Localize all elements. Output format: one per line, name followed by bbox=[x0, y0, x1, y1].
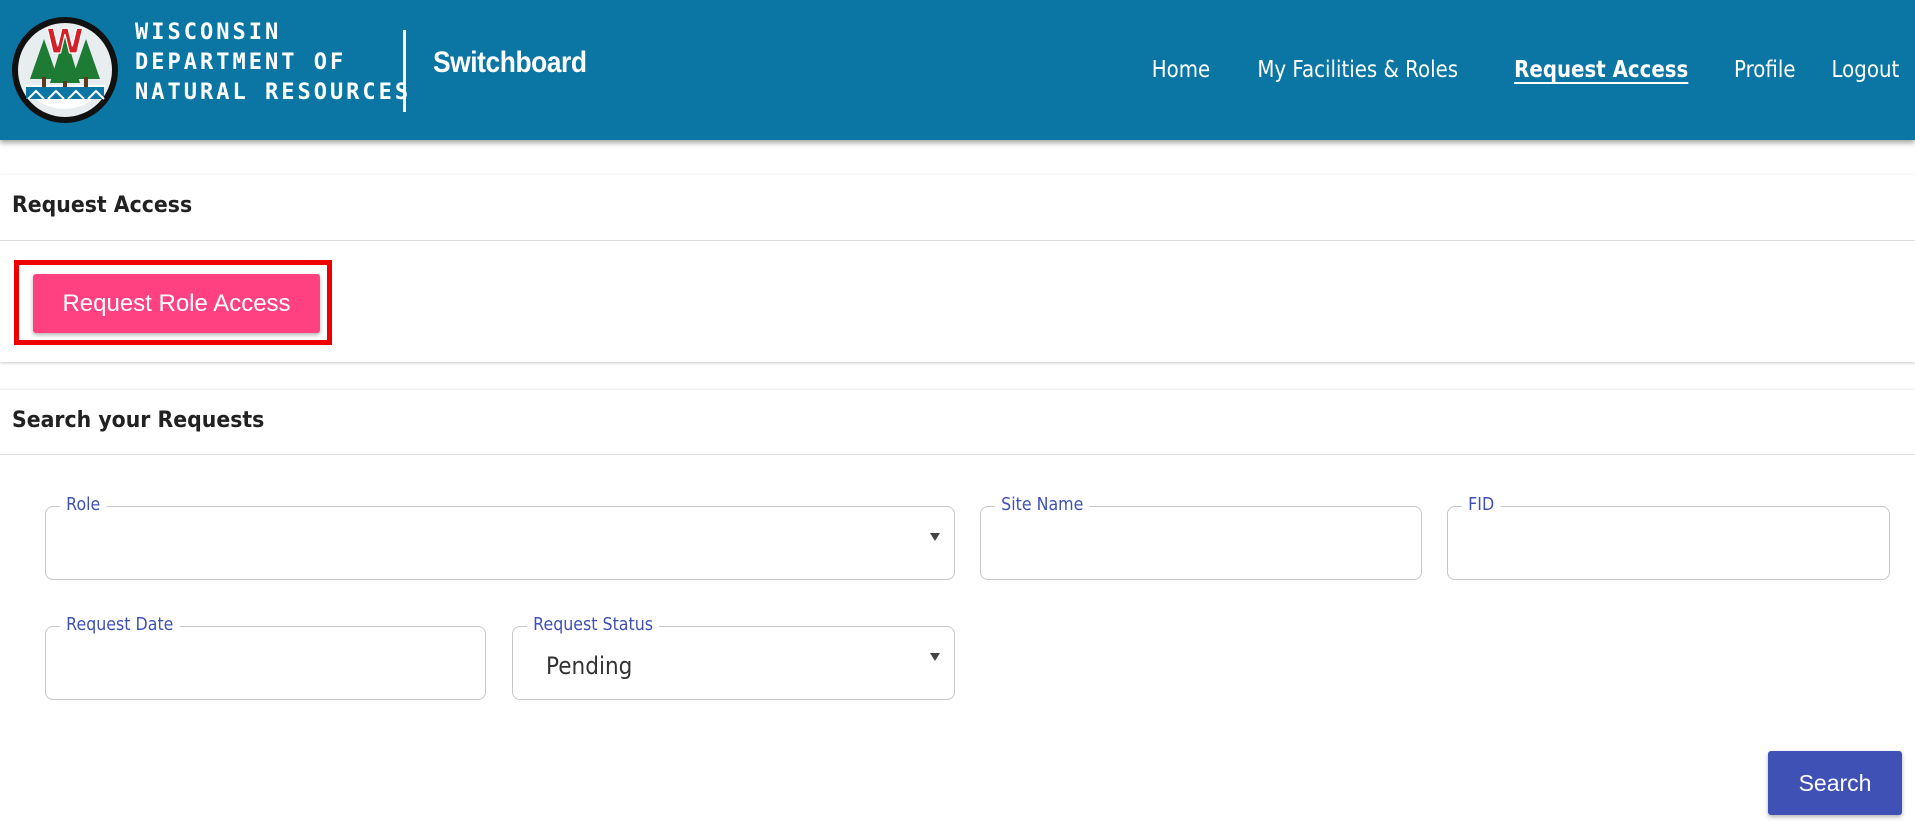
app-name[interactable]: Switchboard bbox=[433, 46, 587, 80]
dropdown-arrow-icon bbox=[930, 653, 940, 661]
request-access-card: Request Access Request Role Access bbox=[0, 175, 1915, 362]
agency-line-3: NATURAL RESOURCES bbox=[135, 80, 412, 105]
request-date-label: Request Date bbox=[60, 614, 180, 635]
card-divider bbox=[0, 454, 1915, 455]
agency-line-2: DEPARTMENT OF bbox=[135, 50, 347, 75]
nav-profile-link[interactable]: Profile bbox=[1734, 57, 1796, 83]
header-divider bbox=[403, 30, 406, 112]
request-date-input[interactable]: Request Date bbox=[45, 614, 486, 700]
fid-input[interactable]: FID bbox=[1447, 494, 1890, 580]
request-status-select[interactable]: Request Status Pending bbox=[512, 614, 955, 700]
request-access-title: Request Access bbox=[12, 193, 193, 218]
wdnr-logo[interactable]: W bbox=[10, 15, 120, 125]
dropdown-arrow-icon bbox=[930, 533, 940, 541]
search-requests-title: Search your Requests bbox=[12, 408, 265, 433]
request-role-access-button[interactable]: Request Role Access bbox=[33, 274, 320, 333]
nav-my-facilities-roles-link[interactable]: My Facilities & Roles bbox=[1257, 57, 1458, 83]
search-requests-card: Search your Requests Role Site Name FID … bbox=[0, 390, 1915, 836]
main-nav: Home My Facilities & Roles Request Acces… bbox=[1147, 50, 1915, 90]
nav-home-link[interactable]: Home bbox=[1152, 57, 1210, 83]
role-select[interactable]: Role bbox=[45, 494, 955, 580]
nav-logout-link[interactable]: Logout bbox=[1832, 57, 1900, 83]
fid-label: FID bbox=[1462, 494, 1501, 515]
logo-letter: W bbox=[46, 22, 84, 62]
role-label: Role bbox=[60, 494, 107, 515]
site-name-input[interactable]: Site Name bbox=[980, 494, 1422, 580]
agency-name: WISCONSIN DEPARTMENT OF NATURAL RESOURCE… bbox=[135, 18, 411, 108]
request-status-label: Request Status bbox=[527, 614, 660, 635]
top-header: W WISCONSIN DEPARTMENT OF NATURAL RESOUR… bbox=[0, 0, 1915, 140]
nav-request-access-link[interactable]: Request Access bbox=[1514, 57, 1688, 83]
agency-line-1: WISCONSIN bbox=[135, 20, 282, 45]
card-divider bbox=[0, 240, 1915, 241]
search-button[interactable]: Search bbox=[1768, 751, 1902, 815]
site-name-label: Site Name bbox=[995, 494, 1090, 515]
request-status-value: Pending bbox=[546, 652, 633, 680]
